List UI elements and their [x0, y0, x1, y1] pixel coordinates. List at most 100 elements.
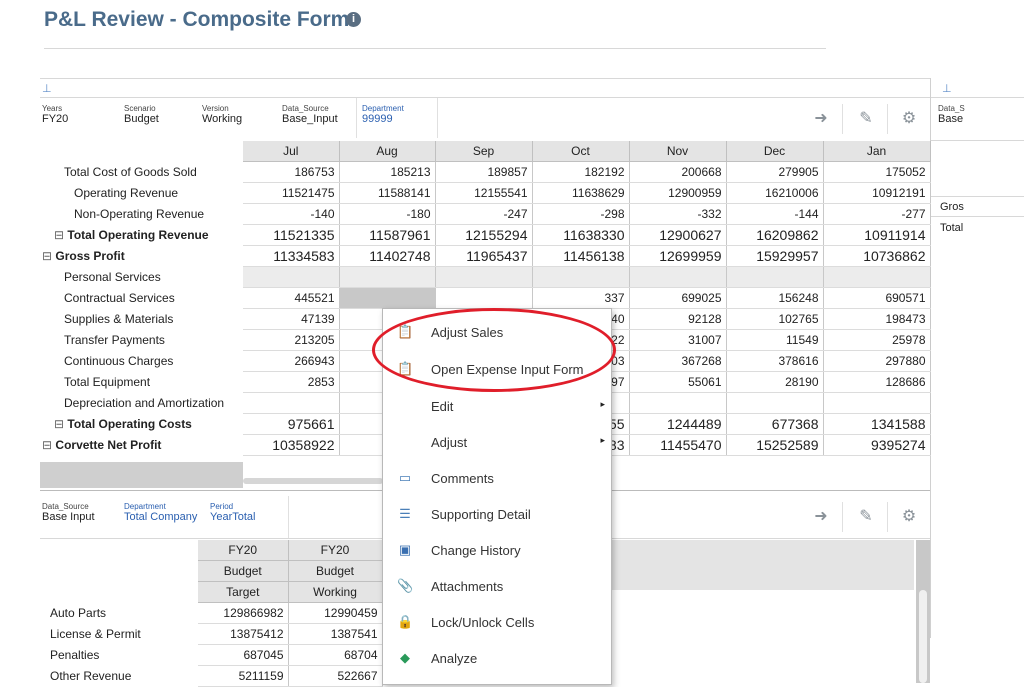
data-cell[interactable]: 15252589 [726, 434, 824, 456]
col-header[interactable]: Target [198, 581, 289, 603]
data-cell[interactable]: 11588141 [339, 182, 436, 204]
data-cell[interactable]: 12699959 [629, 245, 727, 267]
data-cell[interactable]: 11455470 [629, 434, 727, 456]
menu-item-attachments[interactable]: 📎 Attachments [383, 569, 611, 605]
data-cell[interactable]: 68704 [288, 644, 383, 666]
data-cell[interactable]: 445521 [243, 287, 340, 309]
row-header[interactable]: Continuous Charges [40, 350, 243, 372]
row-header[interactable]: Depreciation and Amortization [40, 392, 243, 414]
menu-item-change-history[interactable]: ▣ Change History [383, 533, 611, 569]
data-cell[interactable]: 297880 [823, 350, 931, 372]
data-cell[interactable] [243, 392, 340, 414]
go-icon[interactable]: ➜ [808, 504, 834, 530]
col-header[interactable]: Budget [198, 560, 289, 582]
collapse-icon[interactable]: ⊟ [42, 249, 52, 263]
data-cell[interactable]: 102765 [726, 308, 824, 330]
pov-department[interactable]: Department 99999 [362, 104, 404, 125]
data-cell[interactable]: 1387541 [288, 623, 383, 645]
collapse-icon[interactable]: ⊟ [54, 417, 64, 431]
col-header[interactable]: Working [288, 581, 383, 603]
row-header[interactable]: Total Equipment [40, 371, 243, 393]
data-cell[interactable]: 975661 [243, 413, 340, 435]
data-cell[interactable]: 156248 [726, 287, 824, 309]
settings-icon[interactable]: ⚙ [896, 106, 922, 132]
col-header[interactable]: Dec [726, 141, 824, 162]
data-cell[interactable]: 182192 [532, 161, 630, 183]
data-cell[interactable] [823, 266, 931, 288]
menu-item-comments[interactable]: ▭ Comments [383, 461, 611, 497]
data-cell[interactable]: 11521335 [243, 224, 340, 246]
data-cell[interactable]: -277 [823, 203, 931, 225]
go-icon[interactable]: ➜ [808, 106, 834, 132]
row-header[interactable]: ⊟ Total Operating Costs [40, 413, 243, 435]
pov-years[interactable]: Years FY20 [42, 104, 68, 125]
info-icon[interactable]: i [346, 12, 361, 27]
data-cell[interactable] [532, 266, 630, 288]
data-cell[interactable]: 11638629 [532, 182, 630, 204]
row-header[interactable]: Penalties [46, 645, 198, 666]
data-cell[interactable] [726, 266, 824, 288]
data-cell[interactable]: 185213 [339, 161, 436, 183]
row-header[interactable]: ⊟ Gross Profit [40, 245, 243, 267]
data-cell[interactable]: 47139 [243, 308, 340, 330]
row-header[interactable]: Transfer Payments [40, 329, 243, 351]
data-cell[interactable]: 213205 [243, 329, 340, 351]
menu-item-edit[interactable]: Edit ▸ [383, 389, 611, 425]
menu-item-analyze[interactable]: ◆ Analyze [383, 641, 611, 677]
data-cell[interactable] [435, 287, 533, 309]
data-cell[interactable]: 2853 [243, 371, 340, 393]
data-cell[interactable]: 10912191 [823, 182, 931, 204]
data-cell[interactable]: 10736862 [823, 245, 931, 267]
horizontal-scrollbar[interactable] [243, 478, 383, 484]
row-header[interactable]: Other Revenue [46, 666, 198, 687]
data-cell[interactable]: 699025 [629, 287, 727, 309]
data-cell[interactable]: 11521475 [243, 182, 340, 204]
data-cell[interactable] [435, 266, 533, 288]
data-cell[interactable]: 522667 [288, 665, 383, 687]
data-cell[interactable]: 12900959 [629, 182, 727, 204]
pov-scenario[interactable]: Scenario Budget [124, 104, 159, 125]
data-cell[interactable]: 11334583 [243, 245, 340, 267]
data-cell[interactable]: 10358922 [243, 434, 340, 456]
selected-cell[interactable] [339, 287, 436, 309]
row-header[interactable]: Contractual Services [40, 287, 243, 309]
data-cell[interactable] [629, 392, 727, 414]
row-header[interactable]: Non-Operating Revenue [40, 203, 243, 225]
row-header[interactable]: ⊟ Corvette Net Profit [40, 434, 243, 456]
data-cell[interactable] [243, 266, 340, 288]
col-header[interactable]: Nov [629, 141, 727, 162]
data-cell[interactable]: 13875412 [198, 623, 289, 645]
data-cell[interactable]: 186753 [243, 161, 340, 183]
data-cell[interactable]: 198473 [823, 308, 931, 330]
menu-item-lock-unlock[interactable]: 🔒 Lock/Unlock Cells [383, 605, 611, 641]
pov-period[interactable]: Period YearTotal [210, 502, 255, 523]
data-cell[interactable]: 128686 [823, 371, 931, 393]
data-cell[interactable]: 279905 [726, 161, 824, 183]
data-cell[interactable]: -298 [532, 203, 630, 225]
pov-department-2[interactable]: Department Total Company [124, 502, 197, 523]
data-cell[interactable]: 9395274 [823, 434, 931, 456]
col-header[interactable]: Sep [435, 141, 533, 162]
data-cell[interactable]: 12900627 [629, 224, 727, 246]
data-cell[interactable]: -144 [726, 203, 824, 225]
col-header[interactable]: Budget [288, 560, 383, 582]
data-cell[interactable]: 5211159 [198, 665, 289, 687]
pov-version[interactable]: Version Working [202, 104, 242, 125]
data-cell[interactable]: 11965437 [435, 245, 533, 267]
edit-icon[interactable]: ✎ [853, 106, 879, 132]
data-cell[interactable]: 1244489 [629, 413, 727, 435]
settings-icon[interactable]: ⚙ [896, 504, 922, 530]
data-cell[interactable]: 189857 [435, 161, 533, 183]
col-header[interactable]: Aug [339, 141, 436, 162]
pin-icon-right[interactable]: ⊥ [942, 82, 952, 95]
data-cell[interactable]: 16210006 [726, 182, 824, 204]
data-cell[interactable]: 11587961 [339, 224, 436, 246]
vertical-scrollbar-thumb[interactable] [919, 590, 927, 683]
data-cell[interactable]: 337 [532, 287, 630, 309]
data-cell[interactable] [726, 392, 824, 414]
col-header[interactable]: Oct [532, 141, 630, 162]
collapse-icon[interactable]: ⊟ [42, 438, 52, 452]
data-cell[interactable]: 12155541 [435, 182, 533, 204]
data-cell[interactable]: 129866982 [198, 602, 289, 624]
data-cell[interactable]: 28190 [726, 371, 824, 393]
